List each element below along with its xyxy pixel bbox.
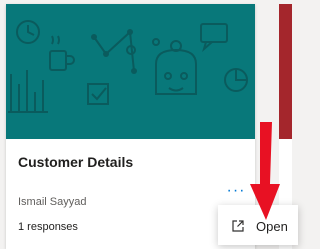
form-card-banner: [6, 4, 255, 139]
more-options-button[interactable]: ···: [225, 182, 247, 201]
form-card-author: Ismail Sayyad: [18, 196, 87, 208]
ellipsis-icon: ···: [226, 182, 246, 199]
form-card-title: Customer Details: [18, 154, 134, 170]
open-in-new-window-icon: [232, 220, 244, 232]
banner-illustration: [8, 20, 248, 113]
red-arrow-annotation: [250, 122, 280, 220]
form-card-responses: 1 responses: [18, 221, 78, 233]
